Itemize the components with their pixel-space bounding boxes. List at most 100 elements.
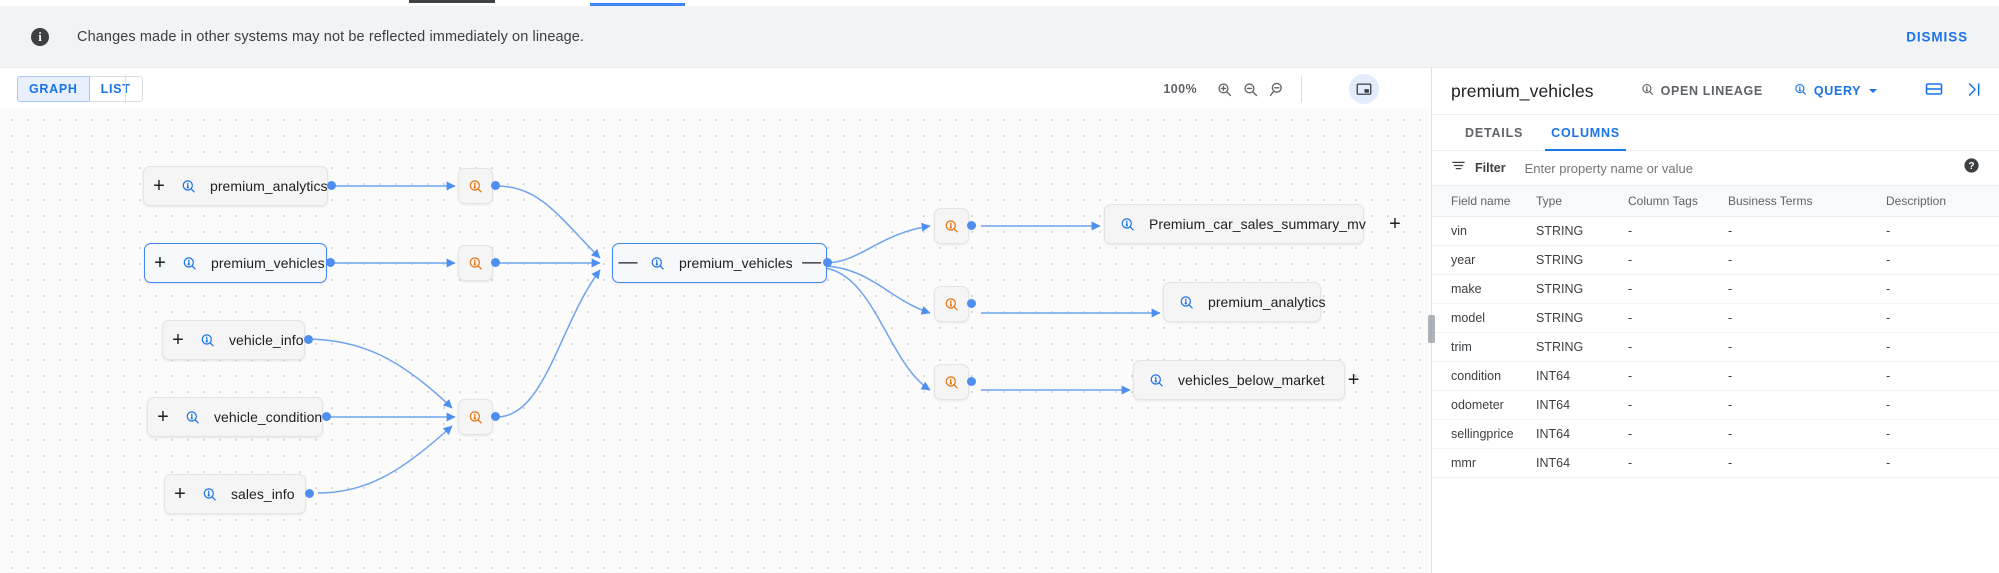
header-type[interactable]: Type bbox=[1536, 185, 1628, 217]
graph-node-premium-analytics[interactable]: + premium_analytics bbox=[143, 166, 328, 206]
table-row[interactable]: odometer INT64 - - - bbox=[1432, 390, 1999, 420]
lineage-graph-pane: GRAPH LIST 100% + premium_analytics + pr… bbox=[0, 68, 1431, 573]
cell-field-name: sellingprice bbox=[1432, 419, 1536, 449]
graph-node-premium-vehicles-upstream[interactable]: + premium_vehicles bbox=[144, 243, 327, 283]
expand-button[interactable]: + bbox=[144, 175, 174, 198]
node-port bbox=[327, 181, 336, 190]
graph-node-sales-info[interactable]: + sales_info bbox=[164, 474, 306, 514]
cell-field-name: model bbox=[1432, 303, 1536, 333]
cell-description: - bbox=[1886, 390, 1999, 420]
header-field-name[interactable]: Field name bbox=[1432, 185, 1536, 217]
node-port bbox=[823, 258, 832, 267]
view-mode-graph[interactable]: GRAPH bbox=[17, 76, 90, 102]
filter-input[interactable] bbox=[1524, 160, 1805, 176]
cell-column-tags: - bbox=[1628, 419, 1728, 449]
expand-button[interactable]: + bbox=[145, 252, 175, 275]
node-label: premium_analytics bbox=[210, 178, 328, 194]
process-node-5[interactable] bbox=[934, 286, 969, 322]
expand-button[interactable]: + bbox=[148, 406, 178, 429]
cell-description: - bbox=[1886, 245, 1999, 275]
graph-node-vehicles-below-market[interactable]: vehicles_below_market + bbox=[1133, 360, 1359, 400]
dismiss-button[interactable]: DISMISS bbox=[1906, 29, 1968, 44]
table-icon bbox=[178, 409, 206, 426]
cell-field-name: odometer bbox=[1432, 390, 1536, 420]
collapse-right-icon[interactable] bbox=[1964, 80, 1983, 104]
cell-description: - bbox=[1886, 361, 1999, 391]
cell-type: INT64 bbox=[1536, 390, 1628, 420]
chevron-down-icon[interactable] bbox=[1869, 89, 1878, 93]
cell-description: - bbox=[1886, 448, 1999, 478]
expand-button[interactable]: + bbox=[1339, 369, 1369, 392]
cell-description: - bbox=[1886, 216, 1999, 246]
graph-node-premium-analytics-downstream[interactable]: premium_analytics bbox=[1163, 282, 1326, 322]
cell-column-tags: - bbox=[1628, 245, 1728, 275]
minimap-icon[interactable] bbox=[1349, 74, 1379, 104]
table-row[interactable]: mmr INT64 - - - bbox=[1432, 448, 1999, 478]
expand-button[interactable]: + bbox=[1380, 213, 1410, 236]
table-row[interactable]: condition INT64 - - - bbox=[1432, 361, 1999, 391]
collapse-left-button[interactable]: — bbox=[613, 252, 643, 274]
panel-header-actions bbox=[1924, 68, 1983, 115]
cell-business-terms: - bbox=[1728, 216, 1886, 246]
split-view-icon[interactable] bbox=[1924, 79, 1944, 104]
cell-business-terms: - bbox=[1728, 332, 1886, 362]
zoom-in-icon[interactable] bbox=[1211, 76, 1237, 102]
cell-field-name: condition bbox=[1432, 361, 1536, 391]
cell-description: - bbox=[1886, 274, 1999, 304]
graph-node-vehicle-condition[interactable]: + vehicle_condition bbox=[147, 397, 323, 437]
zoom-reset-icon[interactable] bbox=[1263, 76, 1289, 102]
table-icon bbox=[174, 178, 202, 195]
tab-columns[interactable]: COLUMNS bbox=[1537, 115, 1634, 151]
graph-canvas[interactable]: + premium_analytics + premium_vehicles +… bbox=[0, 108, 1431, 573]
node-port bbox=[326, 258, 335, 267]
process-node-2[interactable] bbox=[458, 245, 493, 281]
query-button[interactable]: QUERY bbox=[1793, 82, 1878, 100]
panel-tabs: DETAILS COLUMNS bbox=[1432, 115, 1999, 151]
header-column-tags[interactable]: Column Tags bbox=[1628, 185, 1728, 217]
graph-node-focus-premium-vehicles[interactable]: — premium_vehicles — bbox=[612, 243, 827, 283]
table-row[interactable]: model STRING - - - bbox=[1432, 303, 1999, 333]
node-port bbox=[491, 181, 500, 190]
cell-business-terms: - bbox=[1728, 390, 1886, 420]
table-row[interactable]: vin STRING - - - bbox=[1432, 216, 1999, 246]
table-row[interactable]: year STRING - - - bbox=[1432, 245, 1999, 275]
table-icon bbox=[193, 332, 221, 349]
graph-node-vehicle-info[interactable]: + vehicle_info bbox=[162, 320, 305, 360]
cell-business-terms: - bbox=[1728, 303, 1886, 333]
query-icon bbox=[1793, 82, 1808, 100]
table-row[interactable]: trim STRING - - - bbox=[1432, 332, 1999, 362]
info-banner-message: Changes made in other systems may not be… bbox=[77, 28, 585, 45]
node-port bbox=[305, 489, 314, 498]
process-node-4[interactable] bbox=[934, 208, 969, 244]
help-icon[interactable]: ? bbox=[1963, 157, 1980, 179]
tab-details[interactable]: DETAILS bbox=[1451, 115, 1537, 151]
cell-field-name: make bbox=[1432, 274, 1536, 304]
header-description[interactable]: Description bbox=[1886, 185, 1999, 217]
cell-column-tags: - bbox=[1628, 303, 1728, 333]
cell-field-name: vin bbox=[1432, 216, 1536, 246]
zoom-level-label: 100% bbox=[1163, 82, 1197, 96]
header-business-terms[interactable]: Business Terms bbox=[1728, 185, 1886, 217]
panel-resize-handle[interactable] bbox=[1428, 315, 1435, 343]
table-row[interactable]: sellingprice INT64 - - - bbox=[1432, 419, 1999, 449]
open-lineage-button[interactable]: OPEN LINEAGE bbox=[1640, 82, 1763, 100]
cell-column-tags: - bbox=[1628, 274, 1728, 304]
graph-node-premium-car-sales-summary-mv[interactable]: Premium_car_sales_summary_mv + bbox=[1104, 204, 1401, 244]
table-row[interactable]: make STRING - - - bbox=[1432, 274, 1999, 304]
process-node-6[interactable] bbox=[934, 364, 969, 400]
process-node-1[interactable] bbox=[458, 168, 493, 204]
cell-column-tags: - bbox=[1628, 361, 1728, 391]
expand-button[interactable]: + bbox=[163, 329, 193, 352]
filter-row: Filter ? bbox=[1432, 151, 1999, 185]
cell-description: - bbox=[1886, 303, 1999, 333]
expand-button[interactable]: + bbox=[165, 483, 195, 506]
table-icon bbox=[1113, 216, 1141, 233]
cell-type: INT64 bbox=[1536, 361, 1628, 391]
zoom-out-icon[interactable] bbox=[1237, 76, 1263, 102]
node-label: Premium_car_sales_summary_mv bbox=[1149, 216, 1366, 232]
view-mode-list[interactable]: LIST bbox=[89, 76, 143, 102]
cell-type: INT64 bbox=[1536, 448, 1628, 478]
table-icon bbox=[1172, 294, 1200, 311]
node-port bbox=[967, 299, 976, 308]
process-node-3[interactable] bbox=[458, 399, 493, 435]
